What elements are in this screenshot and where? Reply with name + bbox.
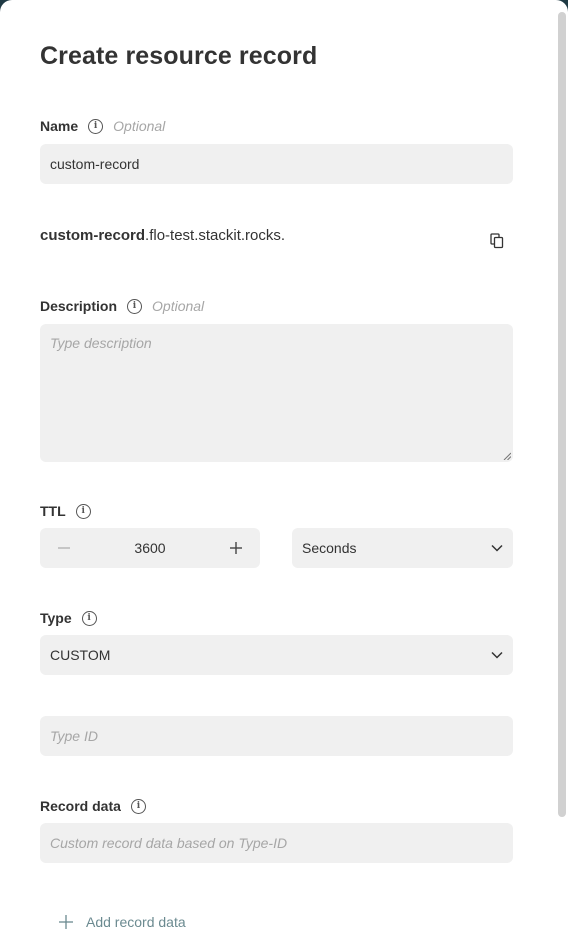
name-optional-hint: Optional <box>113 118 166 134</box>
fqdn-zone-part: .flo-test.stackit.rocks. <box>145 227 286 244</box>
type-select[interactable]: CUSTOM <box>40 635 513 675</box>
copy-icon[interactable] <box>490 233 504 249</box>
chevron-down-icon <box>491 651 503 659</box>
ttl-unit-select[interactable]: Seconds <box>292 528 513 568</box>
name-input[interactable]: custom-record <box>40 144 513 184</box>
description-label: Description <box>40 298 118 314</box>
info-icon[interactable]: i <box>88 118 104 134</box>
fqdn-preview: custom-record.flo-test.stackit.rocks. <box>40 227 285 244</box>
name-label-row: Name i Optional <box>40 116 165 136</box>
record-data-input[interactable]: Custom record data based on Type-ID <box>40 823 513 863</box>
ttl-unit-value: Seconds <box>302 540 357 556</box>
type-label-row: Type i <box>40 608 97 628</box>
info-icon[interactable]: i <box>75 503 91 519</box>
description-textarea[interactable]: Type description <box>40 324 513 462</box>
description-label-row: Description i Optional <box>40 296 204 316</box>
add-record-data-button[interactable]: Add record data <box>58 914 186 930</box>
plus-icon <box>230 542 242 554</box>
increment-button[interactable] <box>228 540 244 556</box>
plus-icon <box>59 915 73 929</box>
fqdn-record-part: custom-record <box>40 227 146 244</box>
type-value: CUSTOM <box>50 647 111 663</box>
add-record-data-label: Add record data <box>86 914 186 930</box>
record-data-label-row: Record data i <box>40 796 146 816</box>
ttl-label: TTL <box>40 503 66 519</box>
page-title: Create resource record <box>40 42 318 70</box>
ttl-value[interactable]: 3600 <box>134 540 165 556</box>
chevron-down-icon <box>491 544 503 552</box>
info-icon[interactable]: i <box>130 798 146 814</box>
info-icon[interactable]: i <box>81 610 97 626</box>
info-icon[interactable]: i <box>127 298 143 314</box>
description-optional-hint: Optional <box>152 298 205 314</box>
type-id-input[interactable]: Type ID <box>40 716 513 756</box>
type-label: Type <box>40 610 72 626</box>
minus-icon <box>58 547 70 549</box>
create-record-panel: Create resource record Name i Optional c… <box>0 0 568 943</box>
name-label: Name <box>40 118 79 134</box>
description-placeholder: Type description <box>50 335 152 351</box>
record-data-label: Record data <box>40 798 121 814</box>
ttl-stepper: 3600 <box>40 528 260 568</box>
decrement-button[interactable] <box>56 540 72 556</box>
scrollbar-thumb[interactable] <box>558 12 566 817</box>
resize-handle-icon[interactable] <box>503 452 511 460</box>
ttl-label-row: TTL i <box>40 501 91 521</box>
